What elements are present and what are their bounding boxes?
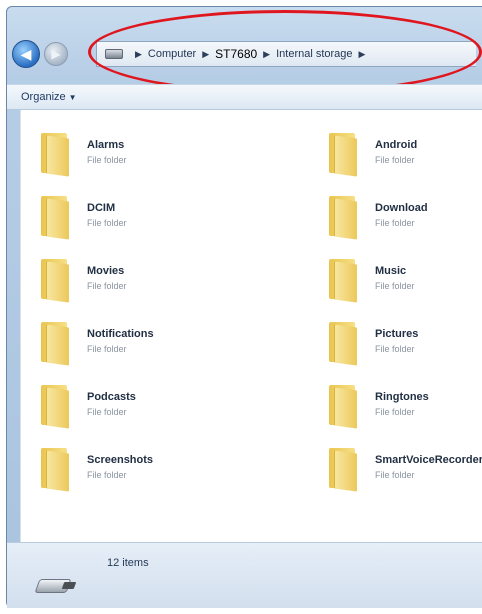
address-bar[interactable]: ▶ Computer ▶ ST7680 ▶ Internal storage ▶: [96, 41, 476, 67]
folder-icon: [327, 446, 357, 492]
breadcrumb-separator[interactable]: ▶: [263, 49, 270, 60]
folder-icon: [39, 257, 69, 303]
folder-type: File folder: [375, 470, 415, 480]
folder-type: File folder: [375, 218, 415, 228]
folder-icon: [327, 131, 357, 177]
folder-item[interactable]: Movies File folder: [39, 256, 209, 303]
folder-name: Ringtones: [375, 391, 429, 403]
status-bar: 12 items: [7, 542, 482, 608]
folder-item[interactable]: Music File folder: [327, 256, 482, 303]
usb-drive-icon: [34, 573, 77, 593]
folder-icon: [39, 446, 69, 492]
folder-name: DCIM: [87, 202, 116, 214]
folder-icon: [39, 131, 69, 177]
folder-icon: [39, 383, 69, 429]
breadcrumb-device[interactable]: ST7680: [215, 47, 257, 61]
folder-item[interactable]: Android File folder: [327, 130, 482, 177]
folder-type: File folder: [87, 281, 127, 291]
folder-name: Download: [375, 202, 428, 214]
folder-name: SmartVoiceRecorder: [375, 454, 482, 466]
folder-list: Alarms File folder Android File folder D…: [20, 110, 482, 542]
chevron-down-icon: ▼: [68, 93, 77, 102]
breadcrumb-internal-storage[interactable]: Internal storage: [276, 48, 352, 60]
folder-name: Alarms: [87, 139, 125, 151]
folder-name: Android: [375, 139, 418, 151]
folder-type: File folder: [375, 281, 415, 291]
breadcrumb-separator[interactable]: ▶: [135, 49, 142, 60]
breadcrumb-separator[interactable]: ▶: [359, 49, 366, 60]
folder-name: Notifications: [87, 328, 154, 340]
folder-item[interactable]: Ringtones File folder: [327, 382, 482, 429]
folder-item[interactable]: Alarms File folder: [39, 130, 209, 177]
folder-item[interactable]: Pictures File folder: [327, 319, 482, 366]
folder-item[interactable]: Download File folder: [327, 193, 482, 240]
folder-item[interactable]: SmartVoiceRecorder File folder: [327, 445, 482, 492]
organize-menu-button[interactable]: Organize ▼: [21, 91, 77, 103]
folder-type: File folder: [87, 155, 127, 165]
folder-name: Movies: [87, 265, 125, 277]
folder-icon: [39, 320, 69, 366]
folder-name: Screenshots: [87, 454, 154, 466]
folder-icon: [327, 383, 357, 429]
folder-name: Pictures: [375, 328, 419, 340]
folder-item[interactable]: Screenshots File folder: [39, 445, 209, 492]
folder-type: File folder: [375, 344, 415, 354]
folder-icon: [327, 257, 357, 303]
folder-type: File folder: [87, 407, 127, 417]
back-arrow-icon: ◀: [20, 45, 32, 62]
command-toolbar: Organize ▼: [7, 84, 482, 110]
forward-button[interactable]: ▶: [44, 42, 68, 66]
folder-type: File folder: [375, 407, 415, 417]
folder-name: Music: [375, 265, 407, 277]
forward-arrow-icon: ▶: [51, 47, 61, 61]
folder-item[interactable]: Notifications File folder: [39, 319, 209, 366]
folder-item[interactable]: DCIM File folder: [39, 193, 209, 240]
organize-label: Organize: [21, 91, 66, 103]
breadcrumb-computer[interactable]: Computer: [148, 48, 196, 60]
folder-type: File folder: [87, 344, 127, 354]
folder-icon: [327, 194, 357, 240]
folder-name: Podcasts: [87, 391, 136, 403]
item-count: 12 items: [107, 557, 149, 569]
folder-item[interactable]: Podcasts File folder: [39, 382, 209, 429]
folder-icon: [39, 194, 69, 240]
folder-type: File folder: [375, 155, 415, 165]
drive-icon: [105, 49, 123, 59]
breadcrumb-separator[interactable]: ▶: [202, 49, 209, 60]
folder-icon: [327, 320, 357, 366]
back-button[interactable]: ◀: [12, 40, 40, 68]
folder-type: File folder: [87, 218, 127, 228]
folder-type: File folder: [87, 470, 127, 480]
